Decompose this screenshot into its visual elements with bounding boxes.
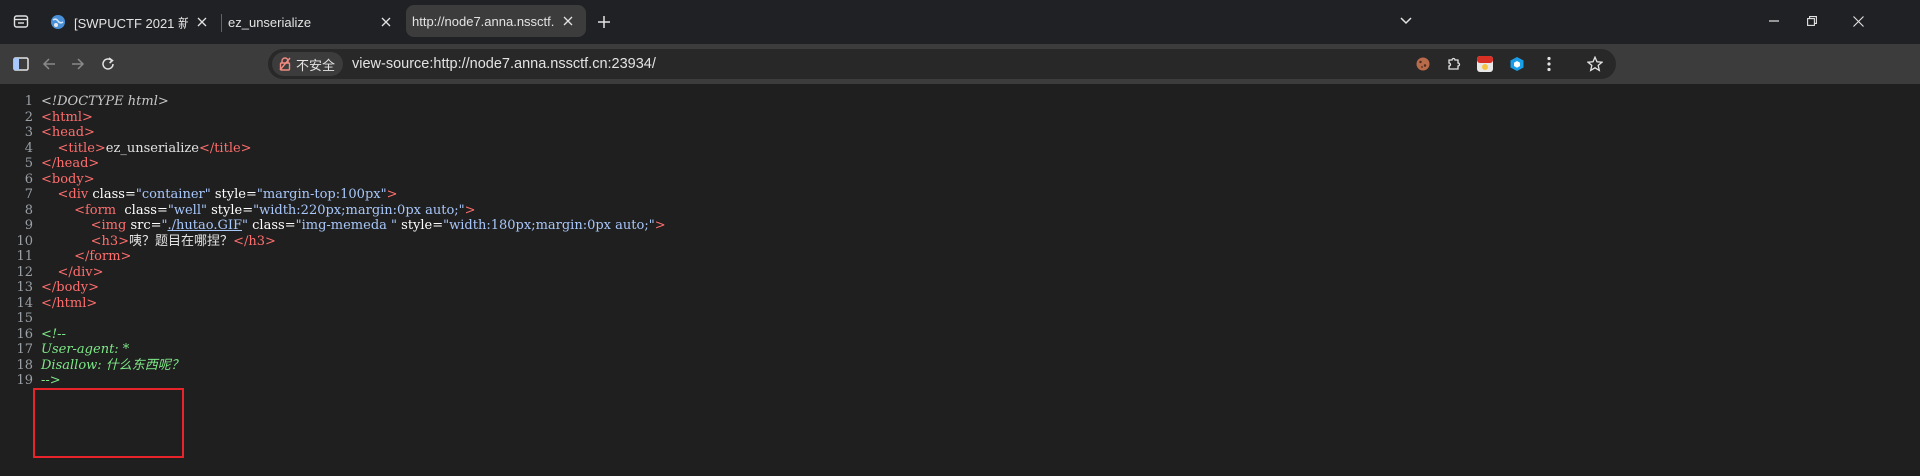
- globe-favicon-icon: [51, 15, 65, 29]
- highlight-box-annotation: [33, 388, 184, 458]
- restore-icon: [1807, 16, 1817, 26]
- tab-title: ez_unserialize: [228, 14, 312, 30]
- tab-search-button[interactable]: [8, 8, 34, 34]
- close-icon: [1852, 15, 1864, 27]
- tab-list-dropdown[interactable]: [1391, 6, 1421, 36]
- view-source-content: 1 <!DOCTYPE html> 2 <html> 3 <head> 4 <title>e…: [0, 84, 1920, 476]
- tab-close-button[interactable]: [192, 12, 212, 32]
- security-chip[interactable]: 不安全: [272, 52, 344, 76]
- line-code: </html>: [41, 295, 98, 311]
- cube-extension-icon: [1510, 57, 1524, 71]
- browser-toolbar: 不安全 view-source:http://node7.anna.nssctf…: [0, 44, 1920, 84]
- tab-ez-unserialize[interactable]: ez_unserialize: [222, 5, 404, 39]
- arrow-right-icon: [72, 58, 85, 70]
- extension-cookie-button[interactable]: [1408, 49, 1438, 79]
- arrow-left-icon: [42, 58, 55, 70]
- tab-swpuctf[interactable]: [SWPUCTF 2021 新生赛]ez_unse: [38, 5, 220, 39]
- close-window-button[interactable]: [1843, 6, 1873, 36]
- minimize-icon: [1769, 20, 1779, 22]
- tab-title: [SWPUCTF 2021 新生赛]ez_unse: [74, 15, 188, 31]
- extension-blue-button[interactable]: [1502, 49, 1532, 79]
- url-text[interactable]: view-source:http://node7.anna.nssctf.cn:…: [352, 49, 656, 79]
- close-icon: [197, 17, 207, 27]
- line-code: Disallow: 什么东西呢？: [41, 357, 184, 373]
- restore-button[interactable]: [1797, 6, 1827, 36]
- tab-view-source[interactable]: http://node7.anna.nssctf.cn:23934/: [406, 5, 586, 37]
- bookmark-star-button[interactable]: [1584, 53, 1606, 75]
- close-icon: [381, 17, 391, 27]
- tab-title: http://node7.anna.nssctf.cn:23934/: [412, 13, 554, 29]
- cookie-icon: [1416, 57, 1430, 71]
- tab-close-button[interactable]: [558, 11, 578, 31]
- line-code: -->: [41, 373, 61, 388]
- new-tab-button[interactable]: [590, 8, 618, 36]
- tab-close-button[interactable]: [376, 12, 396, 32]
- warning-lock-icon: [279, 57, 291, 71]
- extension-badge-icon: [1477, 56, 1493, 72]
- forward-button[interactable]: [63, 49, 93, 79]
- puzzle-icon: [1448, 57, 1461, 70]
- reload-icon: [102, 57, 114, 70]
- side-panel-icon: [13, 57, 29, 71]
- extensions-button[interactable]: [1439, 49, 1469, 79]
- menu-button[interactable]: [1534, 49, 1564, 79]
- tab-strip: [SWPUCTF 2021 新生赛]ez_unse ez_unserialize…: [0, 0, 1920, 44]
- extension-avatar-button[interactable]: [1470, 49, 1500, 79]
- more-vertical-icon: [1547, 56, 1551, 72]
- security-label: 不安全: [296, 57, 336, 73]
- close-icon: [563, 16, 573, 26]
- plus-icon: [598, 16, 610, 28]
- star-icon: [1587, 56, 1603, 72]
- minimize-button[interactable]: [1759, 6, 1789, 36]
- tab-search-icon: [13, 15, 29, 28]
- back-button[interactable]: [34, 49, 64, 79]
- reload-button[interactable]: [93, 49, 123, 79]
- sidebar-button[interactable]: [6, 49, 36, 79]
- chevron-down-icon: [1400, 17, 1412, 25]
